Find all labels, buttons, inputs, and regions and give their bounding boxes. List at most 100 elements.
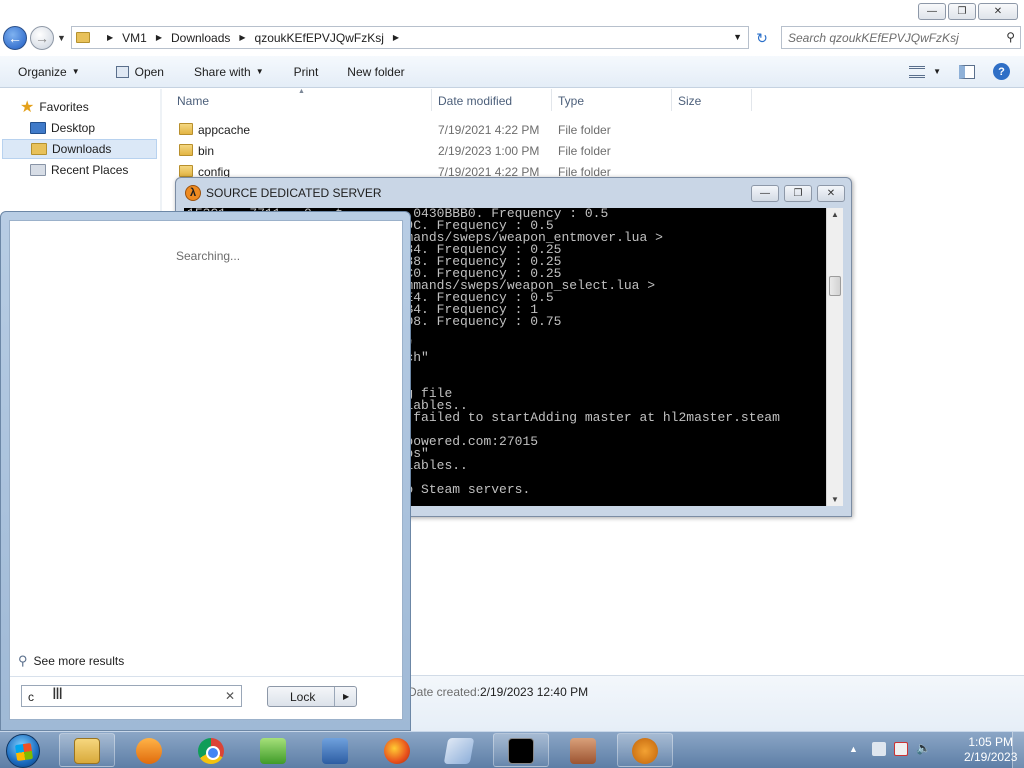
help-icon[interactable]: ? [993, 63, 1010, 80]
taskbar-network-app[interactable] [555, 733, 611, 767]
scroll-down-icon[interactable]: ▼ [831, 495, 839, 504]
open-button[interactable]: Open [80, 65, 164, 79]
chevron-right-icon[interactable]: ▶ [239, 33, 245, 42]
taskbar-chrome[interactable] [183, 733, 239, 767]
search-input[interactable]: Search qzoukKEfEPVJQwFzKsj ⚲ [781, 26, 1021, 49]
forward-button[interactable]: → [30, 26, 54, 50]
chevron-down-icon: ▼ [255, 67, 264, 76]
divider [10, 676, 402, 677]
view-controls: ▼ ? [909, 63, 1010, 80]
change-view-button[interactable]: ▼ [909, 65, 941, 78]
chevron-down-icon: ▼ [71, 67, 80, 76]
chevron-right-icon[interactable]: ▶ [393, 33, 399, 42]
show-hidden-icons-icon[interactable]: ▲ [849, 744, 858, 754]
scrollbar-thumb[interactable] [829, 276, 841, 296]
refresh-icon[interactable]: ↻ [752, 29, 772, 47]
print-label: Print [293, 64, 319, 79]
volume-icon[interactable]: 🔈 [916, 741, 931, 755]
column-divider[interactable] [431, 89, 432, 111]
address-dropdown-icon[interactable]: ▼ [733, 32, 742, 42]
column-size[interactable]: Size [678, 94, 701, 108]
chevron-down-icon: ▼ [933, 67, 941, 76]
start-menu-results: Searching... ⚲ See more results [9, 220, 403, 720]
pane-splitter[interactable] [160, 89, 162, 219]
chevron-right-icon[interactable]: ▶ [156, 33, 162, 42]
start-button[interactable] [6, 734, 40, 768]
see-more-results-label: See more results [33, 654, 125, 668]
column-type[interactable]: Type [558, 94, 584, 108]
open-label: Open [134, 64, 164, 79]
file-date: 7/19/2021 4:22 PM [438, 123, 540, 137]
open-icon [115, 65, 129, 78]
folder-icon [179, 144, 193, 156]
file-name: bin [198, 144, 215, 158]
file-row-appcache[interactable]: appcache 7/19/2021 4:22 PM File folder [170, 119, 770, 140]
windows-logo-icon [14, 742, 34, 762]
back-button[interactable]: ← [3, 26, 27, 50]
maximize-button[interactable]: ❐ [948, 3, 976, 20]
close-button[interactable]: ✕ [978, 3, 1018, 20]
chrome-icon [198, 738, 224, 764]
preview-pane-icon[interactable] [959, 64, 975, 79]
taskbar-half-life[interactable] [617, 733, 673, 767]
desktop-icon [30, 122, 46, 134]
network-icon[interactable] [872, 742, 886, 756]
clock[interactable]: 1:05 PM 2/19/2023 [964, 735, 1017, 765]
organize-button[interactable]: Organize ▼ [0, 65, 80, 79]
taskbar-notepad[interactable] [431, 733, 487, 767]
column-divider[interactable] [551, 89, 552, 111]
command-prompt-icon [508, 738, 534, 764]
breadcrumb-vm1[interactable]: VM1 [122, 31, 147, 45]
console-minimize-button[interactable]: — [751, 185, 779, 202]
share-with-button[interactable]: Share with ▼ [164, 65, 264, 79]
details-pane: Date created: 2/19/2023 12:40 PM [403, 675, 1024, 731]
nav-recent-places-label: Recent Places [51, 163, 129, 177]
taskbar-console[interactable] [493, 733, 549, 767]
recent-pages-dropdown[interactable]: ▼ [57, 33, 66, 43]
console-close-button[interactable]: ✕ [817, 185, 845, 202]
new-folder-label: New folder [347, 64, 405, 79]
nav-favorites[interactable]: ★ Favorites [20, 97, 89, 117]
show-desktop-button[interactable] [1012, 732, 1024, 768]
console-window-controls: — ❐ ✕ [751, 185, 845, 202]
column-divider[interactable] [671, 89, 672, 111]
taskbar-keyboard[interactable] [307, 733, 363, 767]
text-cursor-icon: Ⅲ [52, 686, 64, 703]
clock-date: 2/19/2023 [964, 750, 1018, 764]
console-maximize-button[interactable]: ❐ [784, 185, 812, 202]
breadcrumb-downloads[interactable]: Downloads [171, 31, 230, 45]
taskbar-explorer[interactable] [59, 733, 115, 767]
column-name[interactable]: Name [177, 94, 209, 108]
start-search-value: c [28, 690, 34, 704]
file-explorer-icon [74, 738, 100, 764]
nav-downloads[interactable]: Downloads [2, 139, 157, 159]
print-button[interactable]: Print [264, 65, 319, 79]
console-window-title: SOURCE DEDICATED SERVER [206, 186, 382, 200]
column-divider[interactable] [751, 89, 752, 111]
taskbar-media-player[interactable] [121, 733, 177, 767]
address-bar[interactable]: ▶ VM1 ▶ Downloads ▶ qzoukKEfEPVJQwFzKsj … [71, 26, 749, 49]
media-player-icon [136, 738, 162, 764]
sort-ascending-icon: ▲ [298, 88, 305, 95]
scroll-up-icon[interactable]: ▲ [831, 210, 839, 219]
minimize-button[interactable]: — [918, 3, 946, 20]
column-date-modified[interactable]: Date modified [438, 94, 512, 108]
chevron-right-icon[interactable]: ▶ [107, 33, 113, 42]
clear-search-icon[interactable]: ✕ [225, 689, 235, 703]
star-icon: ★ [20, 99, 35, 116]
taskbar-firefox[interactable] [369, 733, 425, 767]
nav-desktop[interactable]: Desktop [30, 118, 95, 138]
power-options-arrow-icon[interactable]: ▶ [343, 692, 349, 701]
search-icon[interactable]: ⚲ [1006, 30, 1015, 44]
see-more-results-link[interactable]: ⚲ See more results [18, 653, 124, 669]
new-folder-button[interactable]: New folder [318, 65, 404, 79]
nav-recent-places[interactable]: Recent Places [30, 160, 128, 180]
downloads-folder-icon [31, 143, 47, 155]
console-scrollbar[interactable]: ▲ ▼ [826, 208, 843, 506]
breadcrumb-current-folder[interactable]: qzoukKEfEPVJQwFzKsj [255, 31, 384, 45]
action-center-icon[interactable] [894, 742, 908, 756]
divider [334, 687, 335, 706]
taskbar-csharp[interactable] [245, 733, 301, 767]
file-row-bin[interactable]: bin 2/19/2023 1:00 PM File folder [170, 140, 770, 161]
lock-button[interactable]: Lock ▶ [267, 686, 357, 707]
